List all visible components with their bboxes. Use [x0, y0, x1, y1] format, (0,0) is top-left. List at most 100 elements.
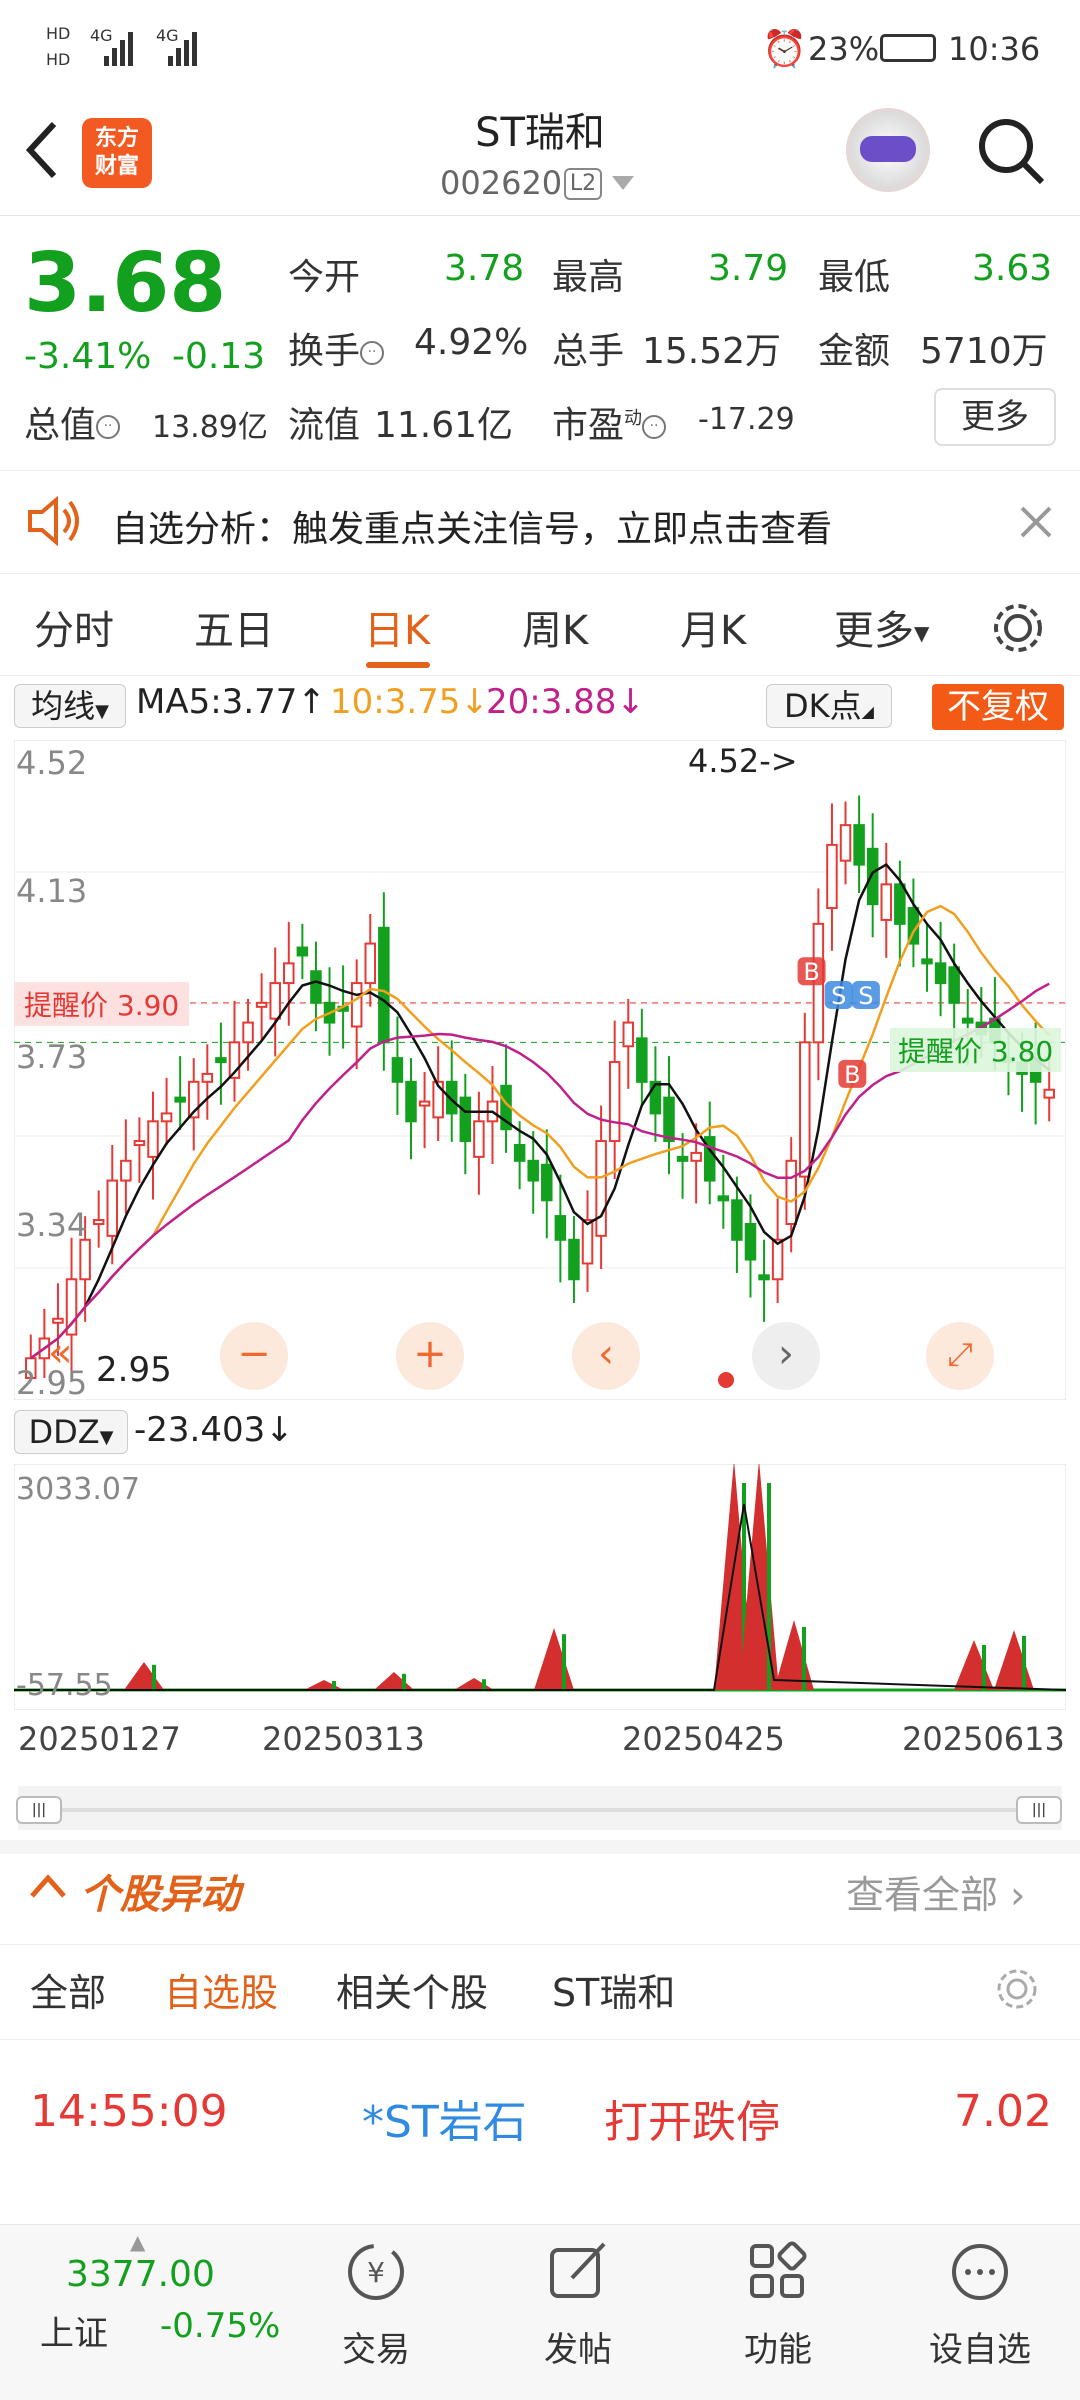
chevron-up-icon[interactable]: [28, 1870, 68, 1900]
notice-text: 自选分析：触发重点关注信号，立即点击查看: [112, 509, 833, 550]
tab-more[interactable]: 更多▼: [834, 598, 929, 656]
candle-body: [663, 1096, 675, 1143]
more-button[interactable]: 更多: [934, 388, 1056, 446]
volume-value: 15.52万: [642, 331, 782, 372]
subtab-self[interactable]: ST瑞和: [552, 1962, 675, 2017]
range-handle-right[interactable]: |||: [1016, 1796, 1062, 1824]
dk-point-toggle[interactable]: DK点◢: [766, 684, 892, 728]
gear-icon[interactable]: [994, 1966, 1040, 2012]
candle-body: [1043, 1088, 1055, 1099]
candle-body: [418, 1100, 431, 1107]
candle-body: [541, 1163, 553, 1202]
mktcap-value: 13.89亿: [152, 410, 268, 445]
anomaly-stock[interactable]: *ST岩石: [362, 2086, 527, 2150]
range-line: [18, 1808, 1062, 1812]
turnover-label: 换手 ··: [288, 322, 385, 374]
anomaly-price: 7.02: [954, 2086, 1052, 2137]
ddz-top-label: 3033.07: [16, 1472, 141, 1507]
chevron-down-icon[interactable]: [612, 176, 634, 192]
pan-right-button[interactable]: ›: [752, 1322, 820, 1390]
pe-value: -17.29: [698, 402, 795, 437]
assistant-robot-icon[interactable]: [846, 108, 930, 192]
anomaly-time: 14:55:09: [30, 2086, 228, 2137]
zoom-in-button[interactable]: +: [396, 1322, 464, 1390]
info-icon[interactable]: ··: [360, 341, 385, 365]
y-label-3: 3.73: [16, 1038, 88, 1076]
change-percent: -3.41%: [24, 336, 152, 377]
nav-trade[interactable]: 交易: [306, 2322, 446, 2371]
adjust-type-button[interactable]: 不复权: [932, 684, 1064, 730]
ddz-selector[interactable]: DDZ▼: [14, 1410, 128, 1454]
candle-body: [853, 824, 865, 866]
trade-icon[interactable]: ¥: [306, 2236, 446, 2312]
gear-icon[interactable]: [990, 600, 1046, 656]
candle-body: [201, 1072, 214, 1083]
zoom-out-button[interactable]: −: [220, 1322, 288, 1390]
ddz-bottom-label: -57.55: [16, 1668, 113, 1703]
anomaly-title: 个股异动: [80, 1872, 240, 1918]
high-label: 最高: [552, 257, 625, 298]
index-name: 上证: [40, 2314, 108, 2354]
tab-intraday[interactable]: 分时: [34, 598, 114, 656]
open-value: 3.78: [444, 248, 525, 289]
view-all-link[interactable]: 查看全部 ›: [846, 1864, 1025, 1919]
svg-text:¥: ¥: [367, 2256, 385, 2289]
fullscreen-icon[interactable]: ⤢: [926, 1322, 994, 1390]
subtab-all[interactable]: 全部: [30, 1962, 106, 2017]
level2-badge[interactable]: L2: [564, 168, 602, 200]
alert-price-red[interactable]: 提醒价 3.90: [14, 982, 190, 1026]
nav-add-watchlist[interactable]: 设自选: [910, 2322, 1050, 2371]
change-amount: -0.13: [172, 336, 266, 377]
candle-body: [568, 1238, 580, 1281]
subtab-related[interactable]: 相关个股: [336, 1962, 488, 2017]
candle-body: [622, 1021, 635, 1048]
date-label-2: 20250313: [262, 1720, 425, 1758]
tab-monthly-k[interactable]: 月K: [680, 598, 746, 656]
chevron-up-icon[interactable]: ▲: [130, 2230, 145, 2254]
candle-body: [880, 883, 893, 921]
search-icon[interactable]: [976, 116, 1046, 188]
current-price: 3.68: [24, 236, 227, 331]
candle-body: [771, 1238, 784, 1281]
nav-functions[interactable]: 功能: [708, 2322, 848, 2371]
alert-price-green[interactable]: 提醒价 3.80: [890, 1028, 1062, 1072]
tab-daily-k[interactable]: 日K: [364, 598, 430, 656]
candle-body: [758, 1274, 770, 1281]
info-icon[interactable]: ··: [96, 415, 121, 439]
candle-body: [215, 1057, 227, 1064]
candle-body: [799, 1041, 811, 1178]
candle-body: [160, 1112, 173, 1123]
anomaly-event: 打开跌停: [604, 2097, 780, 2148]
subtab-watchlist[interactable]: 自选股: [164, 1962, 278, 2017]
rewind-icon[interactable]: «: [48, 1330, 72, 1376]
ma5-value: MA5:3.77↑: [136, 682, 326, 722]
candle-body: [283, 962, 295, 985]
chevron-right-icon: ›: [1010, 1873, 1026, 1917]
stock-code: 002620: [440, 164, 563, 202]
indicator-selector[interactable]: 均线▼: [14, 684, 126, 728]
signal-icon: [104, 26, 133, 66]
y-label-2: 4.13: [16, 872, 88, 910]
pan-left-button[interactable]: ‹: [572, 1322, 640, 1390]
date-label-4: 20250613: [902, 1720, 1065, 1758]
ma10-value: 10:3.75↓: [330, 682, 489, 722]
range-handle-left[interactable]: |||: [16, 1796, 62, 1824]
index-value[interactable]: 3377.00: [66, 2254, 215, 2295]
tab-five-day[interactable]: 五日: [194, 598, 274, 656]
apps-icon[interactable]: [708, 2236, 848, 2312]
open-label: 今开: [288, 257, 361, 298]
candle-body: [839, 824, 852, 862]
nav-post[interactable]: 发帖: [508, 2322, 648, 2371]
candle-body: [649, 1080, 662, 1115]
signal-marker-label: S: [858, 982, 873, 1010]
amount-label: 金额: [818, 331, 891, 372]
ddz-chart[interactable]: [14, 1464, 1066, 1710]
candle-body: [255, 1001, 268, 1008]
y-label-top: 4.52: [16, 744, 88, 782]
info-icon[interactable]: ··: [642, 415, 667, 439]
close-icon[interactable]: [1018, 504, 1054, 540]
more-dots-icon[interactable]: [910, 2236, 1050, 2312]
post-icon[interactable]: [508, 2236, 648, 2312]
alarm-icon: ⏰: [762, 29, 807, 70]
tab-weekly-k[interactable]: 周K: [522, 598, 588, 656]
